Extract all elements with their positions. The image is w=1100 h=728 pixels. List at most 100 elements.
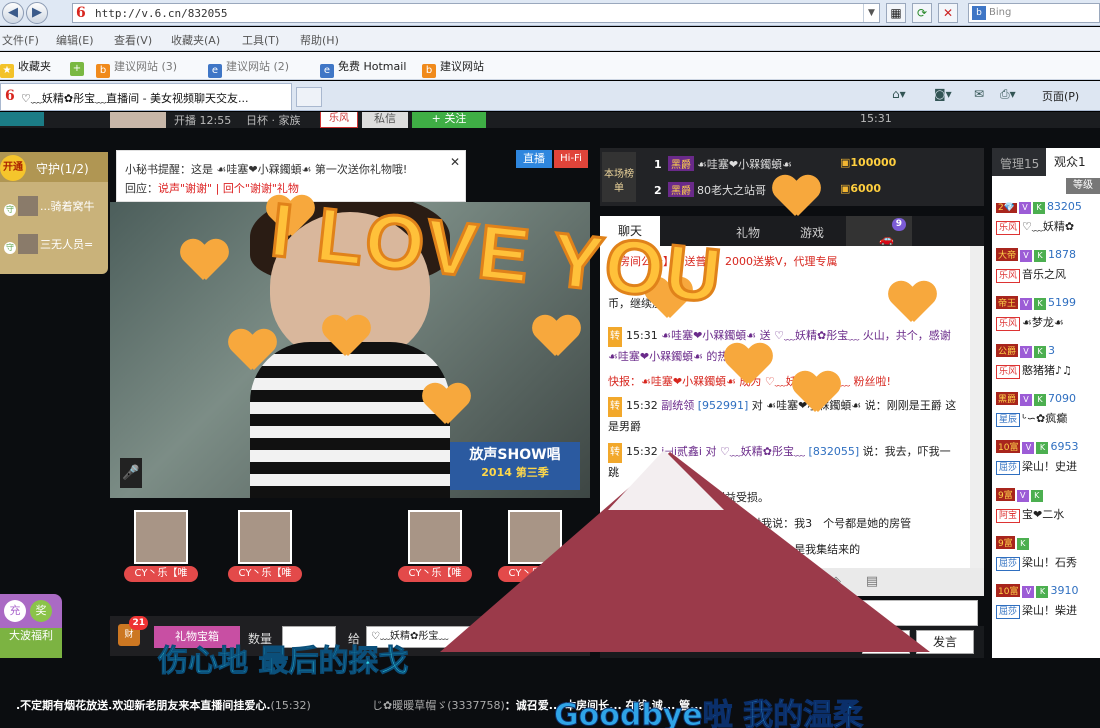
menu-edit[interactable]: 编辑(E) [56,32,94,48]
favorites-button[interactable]: ★ 收藏夹 [0,58,51,78]
promo-link[interactable]: 【秀场】免费玫瑰更多红包 [614,635,746,651]
user-row[interactable]: 黑爵 V K 7090 星辰 ᒡ∽✿疯癫 [996,392,1100,440]
recharge-icon[interactable]: 充 [4,600,26,622]
welfare-banner[interactable]: 大波福利 [0,628,62,658]
user-row[interactable]: 公爵 V K 3 乐风 憨猪猪♪♫ [996,344,1100,392]
compat-view-icon[interactable]: ▦ [886,3,906,23]
seat[interactable]: CY丶乐【唯 [498,510,572,594]
seat[interactable]: CY丶乐【唯 [124,510,198,594]
user-row[interactable]: 9富 V K 阿宝 宝❤二水 [996,488,1100,536]
live-video[interactable]: 放声SHOW唱 2014 第三季 🎤 [110,202,590,498]
chat-target-select[interactable]: ☙哇塞❤小槑鐲蝢☙ [612,574,707,590]
anchor-avatar[interactable] [110,112,166,128]
fans-info: 日杯 · 家族 [246,114,301,127]
whisper-checkbox[interactable]: 悄悄 [718,574,755,590]
close-icon[interactable]: ✕ [766,635,778,647]
chat-user-id[interactable]: [832055] [809,445,860,458]
microphone-icon[interactable]: 🎤 [120,458,142,488]
ticker-user[interactable]: じ✿暖暖草帽ゞ(3337758) [372,699,505,712]
search-input[interactable]: b Bing [968,3,1100,23]
guard-member[interactable]: 守 ...骑着窝牛 [4,196,108,222]
recharge-button[interactable]: 充值 [544,626,584,648]
menu-favorites[interactable]: 收藏夹(A) [171,32,220,48]
recipient-select[interactable]: ♡﹏妖精✿彤宝﹏ [366,626,476,648]
chat-user-id[interactable]: [952991] [696,543,747,556]
user-row[interactable]: 2💎 V K 83205 乐风 ♡﹏妖精✿ [996,200,1100,248]
guard-member-name: ...骑着窝牛 [40,200,95,213]
gift-box-button[interactable]: 礼物宝箱 [154,626,240,648]
address-input[interactable]: 6 http://v.6.cn/832055 ▼ [72,3,880,23]
forward-tag: 转 [608,397,622,417]
vip-emoji-icon[interactable]: ◈ [826,572,846,592]
rank-name: ☙哇塞❤小槑鐲蝢☙ [697,158,792,171]
reply-options[interactable]: 说声"谢谢" | 回个"谢谢"礼物 [158,182,299,195]
fly-screen-button[interactable]: 飞屏 [862,630,910,654]
ranking-tag: 本场榜单 [602,152,636,202]
ranking-row[interactable]: 1 黑爵☙哇塞❤小槑鐲蝢☙ 100000 [654,156,974,180]
rss-icon[interactable]: ◙▾ [934,87,952,101]
emoji-icon[interactable]: ☺ [796,572,816,592]
chat-user-id[interactable]: [952991] [698,399,749,412]
follow-button[interactable]: + 关注 [412,112,486,128]
reply-label: 回应： [125,182,158,195]
send-message-button[interactable]: 发言 [916,630,974,654]
add-favorite-icon[interactable]: + [70,58,88,76]
chat-user-id[interactable]: [695324] [696,517,747,530]
chat-gift-line: 转 15:31 ☙哇塞❤小槑鐲蝢☙ 送 ♡﹏妖精✿彤宝﹏ 火山，共个，感谢 ☙哇塞… [608,326,958,367]
user-row[interactable]: 帝王 V K 5199 乐风 ☙梦龙☙ [996,296,1100,344]
print-icon[interactable]: ⎙▾ [1000,87,1016,102]
chevron-down-icon[interactable]: ▼ [863,4,879,22]
chat-user[interactable]: ⅰ⊣ⅰ贰鑫ⅰ 对 ♡﹏妖精✿彤宝﹏ [661,445,805,458]
home-icon[interactable]: ⌂▾ [892,87,906,101]
tab-gift[interactable]: 礼物 [736,224,760,241]
promo-panel[interactable]: 充 奖 大波福利 [0,594,62,658]
forward-icon[interactable]: ▶ [26,2,48,24]
family-tag[interactable]: 乐风 [320,112,358,128]
tab-game[interactable]: 游戏 [800,224,824,241]
new-tab-button[interactable] [296,87,322,107]
quantity-input[interactable] [282,626,336,648]
menu-file[interactable]: 文件(F) [2,32,39,48]
fav-suggested-2[interactable]: e 建议网站 (2) [208,58,289,78]
menu-view[interactable]: 查看(V) [114,32,152,48]
reward-icon[interactable]: 奖 [30,600,52,622]
seat[interactable]: CY丶乐【唯 [398,510,472,594]
mail-icon[interactable]: ✉ [974,87,984,101]
refresh-icon[interactable]: ⟳ [912,3,932,23]
chat-message-input[interactable] [604,600,978,626]
tab-live-room[interactable]: 6 ♡﹏妖精✿彤宝﹏直播间 - 美女视频聊天交友... [0,83,292,110]
fav-suggested-3[interactable]: b 建议网站 [422,58,484,78]
chat-scrollbar[interactable] [970,246,984,568]
fav-suggested-1[interactable]: b 建议网站 (3) [96,58,177,78]
ticker-text: .不定期有烟花放送.欢迎新老朋友来本直播间挂爱心. [16,699,271,712]
grade-sort-button[interactable]: 等级 [1066,178,1100,194]
menu-help[interactable]: 帮助(H) [300,32,339,48]
open-guard-button[interactable]: 开通 [0,155,26,181]
car-tab[interactable]: 🚗 9 [846,216,912,246]
user-row[interactable]: 10富 V K 3910 屈莎 梁山！柴进 [996,584,1100,632]
guard-member[interactable]: 守 三无人员= [4,234,108,260]
fav-hotmail[interactable]: e 免费 Hotmail [320,58,406,78]
user-row[interactable]: 大帝 V K 1878 乐风 音乐之风 [996,248,1100,296]
seat[interactable]: CY丶乐【唯 [228,510,302,594]
message-button[interactable]: 私信 [362,112,408,128]
menu-tools[interactable]: 工具(T) [242,32,279,48]
hifi-tag[interactable]: Hi-Fi [554,150,588,168]
back-icon[interactable]: ◀ [2,2,24,24]
user-row[interactable]: 10富 V K 6953 屈莎 梁山！史进 [996,440,1100,488]
ranking-row[interactable]: 2 黑爵80老大之站哥 6000 [654,182,974,206]
tab-chat[interactable]: 聊天 [600,216,660,246]
user-row[interactable]: 9富 K 屈莎 梁山！石秀 [996,536,1100,584]
wealth-badge[interactable]: 财 21 [118,616,148,646]
page-menu[interactable]: 页面(P) [1042,88,1079,104]
tab-admins[interactable]: 管理15 [1000,155,1039,172]
send-gift-button[interactable]: 赠送 [476,626,530,648]
tab-viewers[interactable]: 观众1 [1046,148,1100,176]
stop-icon[interactable]: ✕ [938,3,958,23]
color-bar-icon[interactable]: ▤ [862,572,882,592]
chat-user[interactable]: 副统领 [661,399,694,412]
k-icon: K [1016,538,1029,550]
close-icon[interactable]: ✕ [450,155,460,169]
family-tag: 乐风 [996,269,1021,283]
image-icon[interactable]: ▣ [766,572,786,592]
